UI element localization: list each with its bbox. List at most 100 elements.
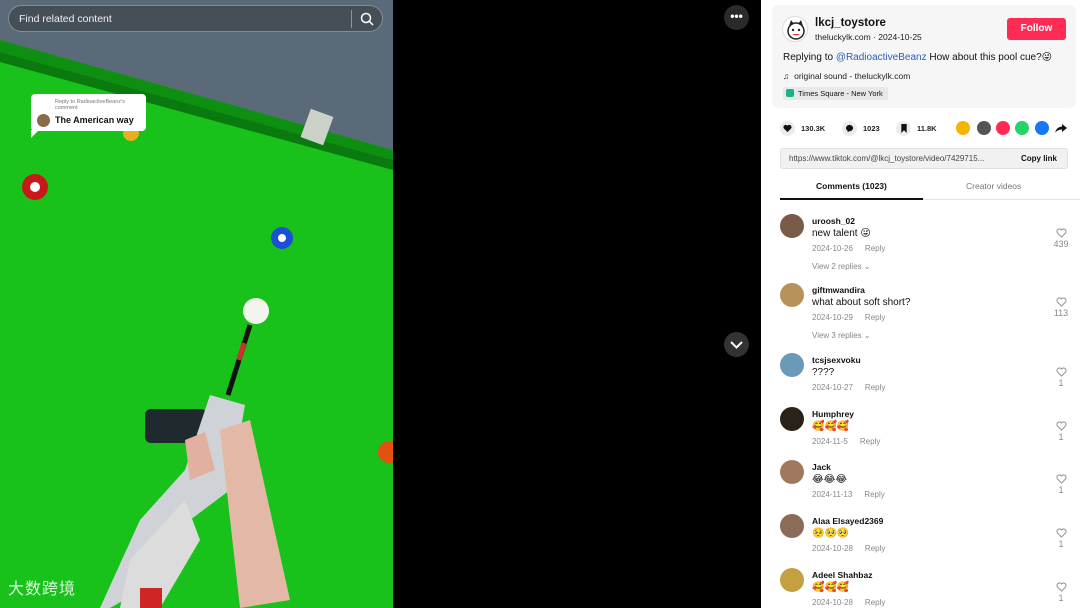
music-note-icon: ♫	[783, 71, 790, 81]
caption-mention-link[interactable]: @RadioactiveBeanz	[836, 52, 927, 63]
chevron-down-icon: ⌄	[863, 262, 871, 271]
reply-sticker-text: The American way	[55, 115, 134, 125]
search-divider	[351, 10, 352, 28]
commenter-avatar[interactable]	[780, 568, 804, 592]
follow-button[interactable]: Follow	[1007, 18, 1066, 40]
view-replies-label: View 2 replies	[812, 262, 862, 271]
reply-sticker-context: Reply to RadioactiveBeanz's comment	[55, 99, 125, 111]
comment-like-button[interactable]: 1	[1051, 421, 1071, 442]
facebook-icon[interactable]	[1035, 121, 1049, 135]
video-frame	[0, 0, 393, 608]
sound-name: original sound - theluckylk.com	[794, 71, 911, 81]
view-replies-button[interactable]: View 3 replies ⌄	[812, 331, 871, 340]
search-bar[interactable]: Find related content	[8, 5, 383, 32]
comment-date: 2024-10-26	[812, 244, 853, 253]
commenter-name[interactable]: giftmwandira	[812, 285, 865, 295]
comment-date: 2024-11-5	[812, 437, 848, 446]
chevron-down-icon: ⌄	[863, 331, 871, 340]
comment-like-count: 1	[1058, 485, 1064, 495]
commenter-avatar[interactable]	[780, 460, 804, 484]
comment-text: 🥰🥰🥰	[812, 421, 850, 432]
comment-like-button[interactable]: 1	[1051, 367, 1071, 388]
commenter-avatar[interactable]	[780, 514, 804, 538]
author-name[interactable]: lkcj_toystore	[815, 17, 886, 29]
comment-like-count: 1	[1058, 432, 1064, 442]
sound-link[interactable]: ♫ original sound - theluckylk.com	[783, 71, 910, 81]
reply-button[interactable]: Reply	[865, 244, 885, 253]
commenter-name[interactable]: Jack	[812, 462, 831, 472]
like-count: 130.3K	[801, 123, 826, 133]
location-tag[interactable]: Times Square - New York	[783, 87, 888, 100]
chevron-down-icon	[730, 341, 743, 349]
comment-like-button[interactable]: 439	[1051, 228, 1071, 249]
save-stat[interactable]: 11.8K	[896, 120, 937, 136]
comment-meta: 2024-10-27 Reply	[812, 383, 885, 392]
author-subtitle: theluckylk.com · 2024-10-25	[815, 32, 922, 42]
commenter-name[interactable]: tcsjsexvoku	[812, 355, 861, 365]
comment-like-button[interactable]: 113	[1051, 297, 1071, 318]
comment-stat[interactable]: 1023	[842, 120, 880, 136]
commenter-avatar[interactable]	[780, 214, 804, 238]
comment-item: Humphrey 🥰🥰🥰 2024-11-5 Reply 1	[761, 399, 1080, 453]
reply-button[interactable]: Reply	[865, 313, 885, 322]
comment-date: 2024-10-28	[812, 598, 853, 607]
send-to-friends-icon[interactable]	[996, 121, 1010, 135]
comment-like-count: 1	[1058, 378, 1064, 388]
reply-button[interactable]: Reply	[860, 437, 880, 446]
active-tab-indicator	[780, 198, 923, 200]
search-input[interactable]: Find related content	[19, 13, 112, 25]
reply-button[interactable]: Reply	[865, 598, 885, 607]
comment-like-button[interactable]: 1	[1051, 528, 1071, 549]
heart-icon	[780, 120, 795, 136]
tab-comments[interactable]: Comments (1023)	[816, 181, 887, 191]
view-replies-button[interactable]: View 2 replies ⌄	[812, 262, 871, 271]
search-icon[interactable]	[359, 11, 375, 27]
commenter-name[interactable]: Humphrey	[812, 409, 854, 419]
repost-icon[interactable]	[956, 121, 970, 135]
reply-sticker: Reply to RadioactiveBeanz's comment The …	[31, 94, 146, 138]
whatsapp-icon[interactable]	[1015, 121, 1029, 135]
comment-text: new talent 😜	[812, 228, 871, 239]
author-avatar[interactable]	[782, 16, 808, 42]
heart-outline-icon	[1051, 582, 1071, 592]
heart-outline-icon	[1051, 297, 1071, 307]
comment-like-count: 439	[1053, 239, 1069, 249]
tab-creator-videos[interactable]: Creator videos	[966, 181, 1021, 191]
location-pin-icon	[786, 89, 794, 97]
save-count: 11.8K	[917, 123, 937, 133]
comment-item: Adeel Shahbaz 🥰🥰🥰 2024-10-28 Reply 1	[761, 560, 1080, 608]
comment-item: Jack 😂😂😂 2024-11-13 Reply 1	[761, 452, 1080, 506]
commenter-name[interactable]: uroosh_02	[812, 216, 855, 226]
comment-like-count: 113	[1053, 308, 1069, 318]
commenter-name[interactable]: Alaa Elsayed2369	[812, 516, 883, 526]
commenter-avatar[interactable]	[780, 353, 804, 377]
heart-outline-icon	[1051, 421, 1071, 431]
video-player[interactable]: Find related content Reply to Radioactiv…	[0, 0, 393, 608]
commenter-name[interactable]: Adeel Shahbaz	[812, 570, 872, 580]
comment-like-button[interactable]: 1	[1051, 582, 1071, 603]
comment-like-count: 1	[1058, 593, 1064, 603]
share-arrow-icon[interactable]	[1054, 121, 1068, 135]
reply-button[interactable]: Reply	[864, 490, 884, 499]
more-options-button[interactable]: •••	[724, 5, 749, 30]
next-video-button[interactable]	[724, 332, 749, 357]
post-caption: Replying to @RadioactiveBeanz How about …	[783, 52, 1052, 63]
panel-tabs: Comments (1023) Creator videos	[780, 178, 1080, 200]
copy-link-button[interactable]: Copy link	[1021, 154, 1057, 163]
reply-button[interactable]: Reply	[865, 544, 885, 553]
reply-button[interactable]: Reply	[865, 383, 885, 392]
comment-text: ????	[812, 367, 835, 378]
bookmark-icon	[896, 120, 911, 136]
comment-text: what about soft short?	[812, 297, 911, 308]
comment-like-count: 1	[1058, 539, 1064, 549]
comment-like-button[interactable]: 1	[1051, 474, 1071, 495]
like-stat[interactable]: 130.3K	[780, 120, 825, 136]
commenter-avatar[interactable]	[780, 283, 804, 307]
share-link-url[interactable]: https://www.tiktok.com/@lkcj_toystore/vi…	[789, 154, 1007, 163]
comment-item: Alaa Elsayed2369 🥺🥺🥺 2024-10-28 Reply 1	[761, 506, 1080, 560]
commenter-avatar[interactable]	[780, 407, 804, 431]
heart-outline-icon	[1051, 367, 1071, 377]
embed-icon[interactable]	[977, 121, 991, 135]
comment-count: 1023	[863, 123, 880, 133]
comment-date: 2024-10-28	[812, 544, 853, 553]
